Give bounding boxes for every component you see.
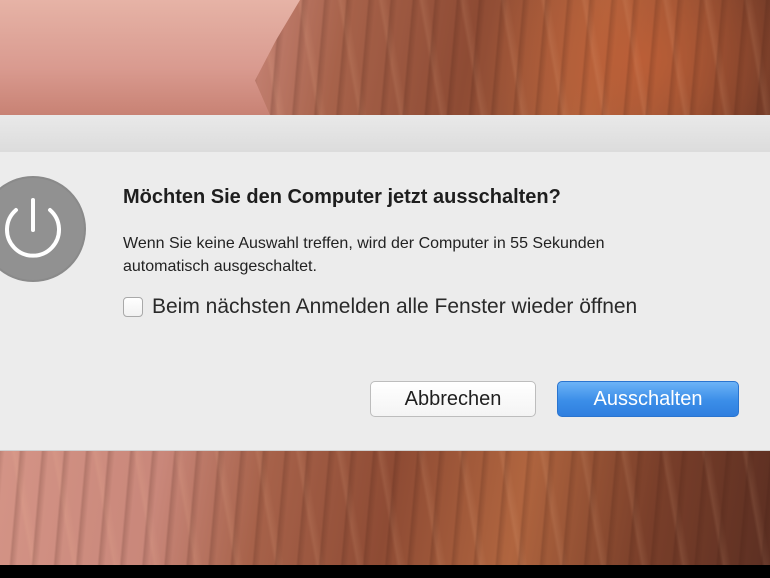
wallpaper-sky	[0, 0, 300, 115]
reopen-windows-checkbox[interactable]	[123, 297, 143, 317]
cancel-button[interactable]: Abbrechen	[370, 381, 536, 417]
reopen-windows-option[interactable]: Beim nächsten Anmelden alle Fenster wied…	[123, 293, 637, 321]
shutdown-button[interactable]: Ausschalten	[557, 381, 739, 417]
power-icon	[0, 176, 86, 282]
screen-bottom-edge	[0, 565, 770, 578]
dialog-title: Möchten Sie den Computer jetzt ausschalt…	[123, 186, 561, 208]
reopen-windows-label[interactable]: Beim nächsten Anmelden alle Fenster wied…	[152, 295, 637, 319]
shutdown-dialog: Möchten Sie den Computer jetzt ausschalt…	[0, 152, 770, 451]
dialog-header-strip	[0, 115, 770, 153]
dialog-message: Wenn Sie keine Auswahl treffen, wird der…	[123, 235, 605, 275]
